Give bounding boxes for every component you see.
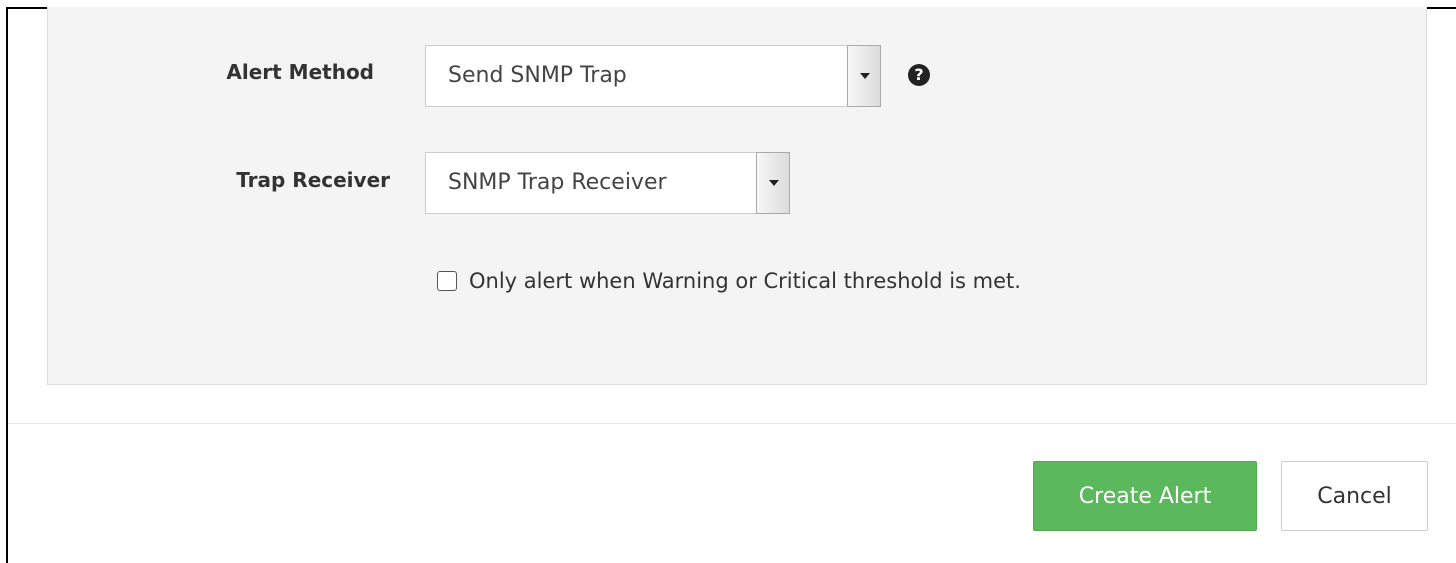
create-alert-button[interactable]: Create Alert (1033, 461, 1257, 531)
chevron-down-icon (860, 73, 870, 79)
chevron-down-icon (769, 180, 779, 186)
footer-divider (8, 423, 1456, 424)
trap-receiver-label: Trap Receiver (236, 168, 390, 192)
alert-method-dropdown-button[interactable] (847, 45, 881, 107)
threshold-checkbox-label[interactable]: Only alert when Warning or Critical thre… (469, 269, 1021, 293)
trap-receiver-dropdown-button[interactable] (756, 152, 790, 214)
alert-method-value: Send SNMP Trap (448, 63, 627, 88)
threshold-checkbox[interactable] (437, 271, 457, 291)
cancel-button[interactable]: Cancel (1281, 461, 1428, 531)
question-circle-icon[interactable]: ? (908, 64, 930, 86)
trap-receiver-select[interactable]: SNMP Trap Receiver (425, 152, 790, 214)
trap-receiver-value: SNMP Trap Receiver (448, 170, 667, 195)
threshold-option[interactable]: Only alert when Warning or Critical thre… (437, 266, 1021, 296)
alert-method-select[interactable]: Send SNMP Trap (425, 45, 881, 107)
alert-method-label: Alert Method (226, 60, 374, 84)
